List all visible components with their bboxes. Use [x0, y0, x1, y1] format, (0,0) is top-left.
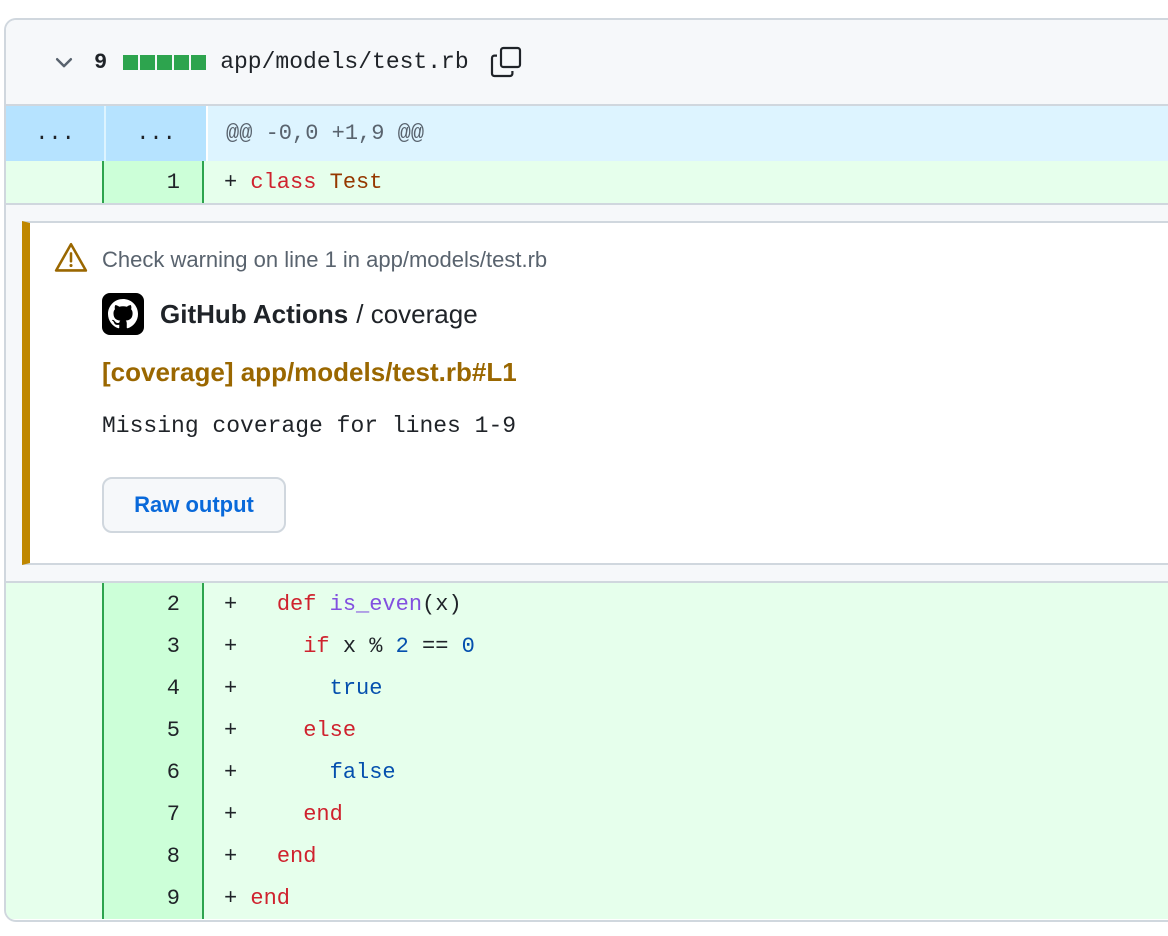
diffstat-block [174, 54, 190, 70]
diff-line: 8 + end [6, 835, 1168, 877]
new-line-number[interactable]: 5 [104, 709, 204, 751]
diffstat-block [123, 54, 139, 70]
diff-line: 6 + false [6, 751, 1168, 793]
diffstat-block [140, 54, 156, 70]
code-token: true [329, 675, 383, 701]
code-token: x % [329, 633, 396, 659]
alert-icon [54, 241, 88, 278]
code-token: if [303, 633, 330, 659]
new-line-number[interactable]: 8 [104, 835, 204, 877]
annotation-title: [coverage] app/models/test.rb#L1 [102, 357, 517, 387]
github-logo-icon [102, 293, 144, 335]
diff-line: 3 + if x % 2 == 0 [6, 625, 1168, 667]
code-content: + def is_even (x) [204, 583, 462, 625]
new-line-number[interactable]: 1 [104, 161, 204, 203]
code-content: + end [204, 835, 316, 877]
code-token: + [224, 675, 330, 701]
app-name[interactable]: GitHub Actions [160, 299, 348, 330]
diff-line: 5 + else [6, 709, 1168, 751]
old-line-number [6, 625, 104, 667]
old-line-number [6, 709, 104, 751]
code-content: + true [204, 667, 382, 709]
new-line-number[interactable]: 6 [104, 751, 204, 793]
diff-line: 2 + def is_even (x) [6, 583, 1168, 625]
code-content: + else [204, 709, 356, 751]
file-path[interactable]: app/models/test.rb [220, 49, 468, 75]
annotation-source: GitHub Actions / coverage [102, 293, 478, 335]
file-header: 9 app/models/test.rb [6, 20, 1168, 106]
code-token: end [276, 843, 317, 869]
code-token: + [224, 717, 304, 743]
code-token: + [224, 885, 251, 911]
code-token: + [224, 633, 304, 659]
diff-line: 7 + end [6, 793, 1168, 835]
annotation-container: Check warning on line 1 in app/models/te… [6, 203, 1168, 583]
code-token: def [276, 591, 317, 617]
copy-icon[interactable] [489, 45, 523, 79]
code-content: + end [204, 877, 290, 919]
diffstat-block [157, 54, 173, 70]
new-line-number[interactable]: 4 [104, 667, 204, 709]
hunk-header: @@ -0,0 +1,9 @@ [206, 106, 424, 161]
diff-line: 9 + end [6, 877, 1168, 919]
annotation-warning-text: Check warning on line 1 in app/models/te… [102, 246, 548, 272]
code-token: Test [329, 169, 383, 195]
diffstat-block [191, 54, 207, 70]
old-line-number [6, 835, 104, 877]
code-content: + false [204, 751, 396, 793]
code-token: + [224, 801, 304, 827]
code-content: + end [204, 793, 343, 835]
code-token: + [224, 169, 251, 195]
new-line-number[interactable]: 3 [104, 625, 204, 667]
hunk-expand-old[interactable]: ... [6, 106, 104, 161]
code-content: + class Test [204, 161, 382, 203]
code-token: false [329, 759, 396, 785]
code-token: else [303, 717, 357, 743]
old-line-number [6, 667, 104, 709]
diff-line: 1 + class Test [6, 161, 1168, 203]
old-line-number [6, 877, 104, 919]
chevron-down-icon[interactable] [50, 48, 78, 76]
check-name: / coverage [356, 298, 478, 329]
raw-output-button[interactable]: Raw output [102, 477, 286, 533]
code-token: 0 [461, 633, 475, 659]
code-token: (x) [422, 591, 462, 617]
code-token: + [224, 843, 277, 869]
annotation-message: Missing coverage for lines 1-9 [102, 413, 517, 439]
old-line-number [6, 751, 104, 793]
new-line-number[interactable]: 9 [104, 877, 204, 919]
old-line-number [6, 793, 104, 835]
code-token: is_even [329, 591, 423, 617]
code-token: + [224, 591, 277, 617]
code-token: end [303, 801, 343, 827]
code-token: end [250, 885, 291, 911]
hunk-header-row: ... ... @@ -0,0 +1,9 @@ [6, 106, 1168, 161]
change-count: 9 [94, 49, 108, 75]
diff-line: 4 + true [6, 667, 1168, 709]
annotation-header: Check warning on line 1 in app/models/te… [54, 241, 547, 278]
code-token: == [408, 633, 462, 659]
code-token: 2 [395, 633, 409, 659]
code-token: + [224, 759, 330, 785]
check-annotation: Check warning on line 1 in app/models/te… [22, 221, 1168, 565]
new-line-number[interactable]: 7 [104, 793, 204, 835]
diffstat-blocks [123, 54, 208, 70]
code-token: class [250, 169, 317, 195]
code-content: + if x % 2 == 0 [204, 625, 475, 667]
diff-file: 9 app/models/test.rb ... ... @@ -0,0 +1,… [4, 18, 1168, 922]
new-line-number[interactable]: 2 [104, 583, 204, 625]
old-line-number [6, 161, 104, 203]
hunk-expand-new[interactable]: ... [106, 106, 206, 161]
old-line-number [6, 583, 104, 625]
